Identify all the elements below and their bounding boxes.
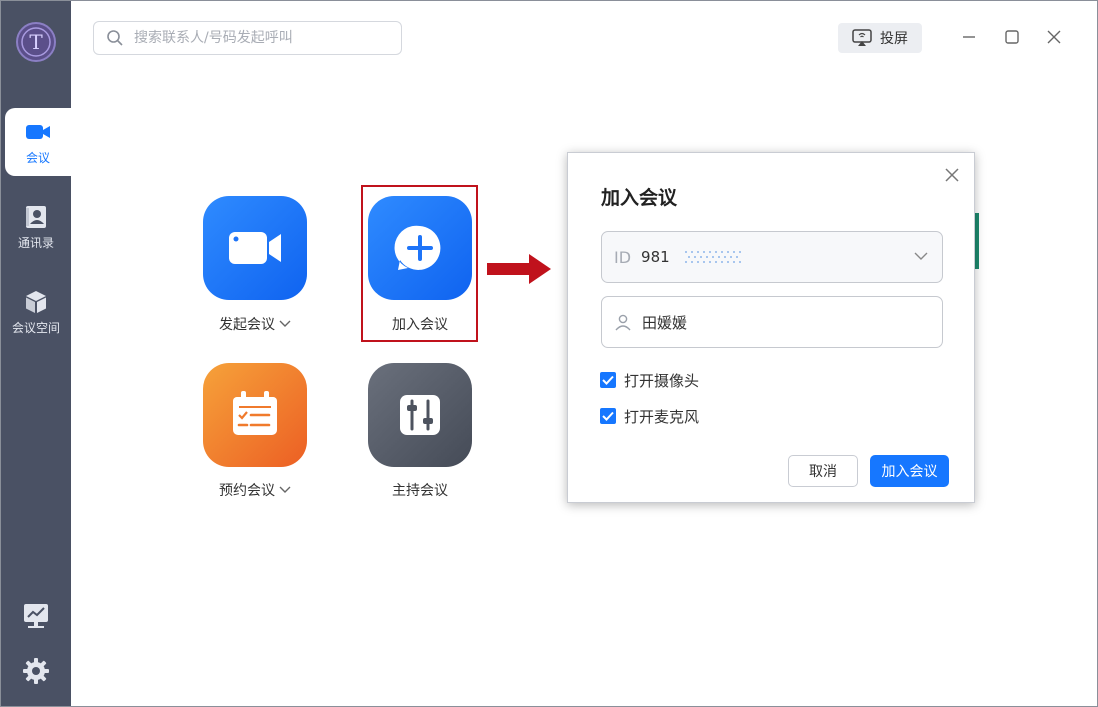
maximize-icon[interactable] [1004, 29, 1020, 45]
sidebar-item-label: 会议 [25, 150, 50, 165]
video-camera-icon [203, 196, 307, 300]
close-icon[interactable] [945, 168, 959, 182]
highlight-box [361, 185, 478, 342]
svg-text:T: T [29, 30, 43, 54]
background-strip [975, 213, 979, 269]
id-prefix: ID [614, 247, 632, 267]
gear-icon[interactable] [22, 657, 50, 685]
start-meeting-label[interactable]: 发起会议 [185, 314, 325, 334]
schedule-meeting-tile[interactable] [203, 363, 307, 467]
schedule-meeting-label[interactable]: 预约会议 [185, 480, 325, 500]
camera-checkbox-label: 打开摄像头 [624, 371, 700, 390]
sidebar-item-meeting-space[interactable]: 会议空间 [1, 278, 71, 346]
join-button[interactable]: 加入会议 [870, 455, 949, 487]
screen-cast-icon [852, 29, 872, 46]
host-meeting-label[interactable]: 主持会议 [350, 480, 490, 500]
mic-checkbox[interactable]: 打开麦克风 [600, 406, 699, 426]
minimize-icon[interactable] [961, 29, 977, 45]
checkbox-checked-icon[interactable] [600, 372, 616, 388]
meeting-id-input[interactable]: ID 981 [601, 231, 943, 283]
close-icon[interactable] [1046, 29, 1062, 45]
chevron-down-icon[interactable] [914, 252, 928, 261]
mic-checkbox-label: 打开麦克风 [624, 407, 700, 426]
app-logo-icon: T [16, 22, 56, 62]
start-meeting-tile[interactable] [203, 196, 307, 300]
display-name-input[interactable]: 田媛媛 [601, 296, 943, 348]
sliders-icon [368, 363, 472, 467]
sidebar-item-label: 会议空间 [11, 320, 60, 335]
chevron-down-icon [279, 486, 291, 493]
sidebar: T 会议 通讯录 会议空间 [1, 1, 71, 706]
cube-icon [26, 290, 46, 313]
display-name-value: 田媛媛 [642, 313, 688, 332]
schedule-meeting-text: 预约会议 [219, 483, 275, 499]
red-arrow-icon [487, 254, 551, 284]
calendar-icon [203, 363, 307, 467]
screen-cast-label: 投屏 [880, 31, 908, 47]
search-icon [107, 30, 123, 46]
checkbox-checked-icon[interactable] [600, 408, 616, 424]
cancel-button[interactable]: 取消 [788, 455, 858, 487]
contacts-icon [26, 205, 46, 228]
dialog-title: 加入会议 [601, 187, 678, 209]
monitor-chart-icon[interactable] [22, 602, 50, 630]
join-meeting-dialog: 加入会议 ID 981 田媛媛 打开摄像头 打开麦克风 取消 加入会议 [567, 152, 975, 503]
sidebar-item-contacts[interactable]: 通讯录 [1, 193, 71, 261]
start-meeting-text: 发起会议 [219, 317, 275, 333]
sidebar-item-label: 通讯录 [17, 235, 54, 250]
host-meeting-tile[interactable] [368, 363, 472, 467]
search-input[interactable] [132, 29, 386, 47]
chevron-down-icon [279, 320, 291, 327]
search-box [93, 21, 402, 55]
masked-digits [684, 251, 741, 263]
camera-checkbox[interactable]: 打开摄像头 [600, 370, 699, 390]
person-icon [615, 314, 631, 331]
app-window: T 会议 通讯录 会议空间 搜索联系人/号码发起呼叫 投屏 发起会议 加入会议 … [0, 0, 1098, 707]
screen-cast-button[interactable]: 投屏 [838, 23, 922, 53]
sidebar-item-meeting[interactable]: 会议 [5, 108, 71, 176]
host-meeting-text: 主持会议 [392, 483, 448, 499]
video-camera-icon [26, 124, 50, 139]
meeting-id-value: 981 [641, 248, 670, 266]
